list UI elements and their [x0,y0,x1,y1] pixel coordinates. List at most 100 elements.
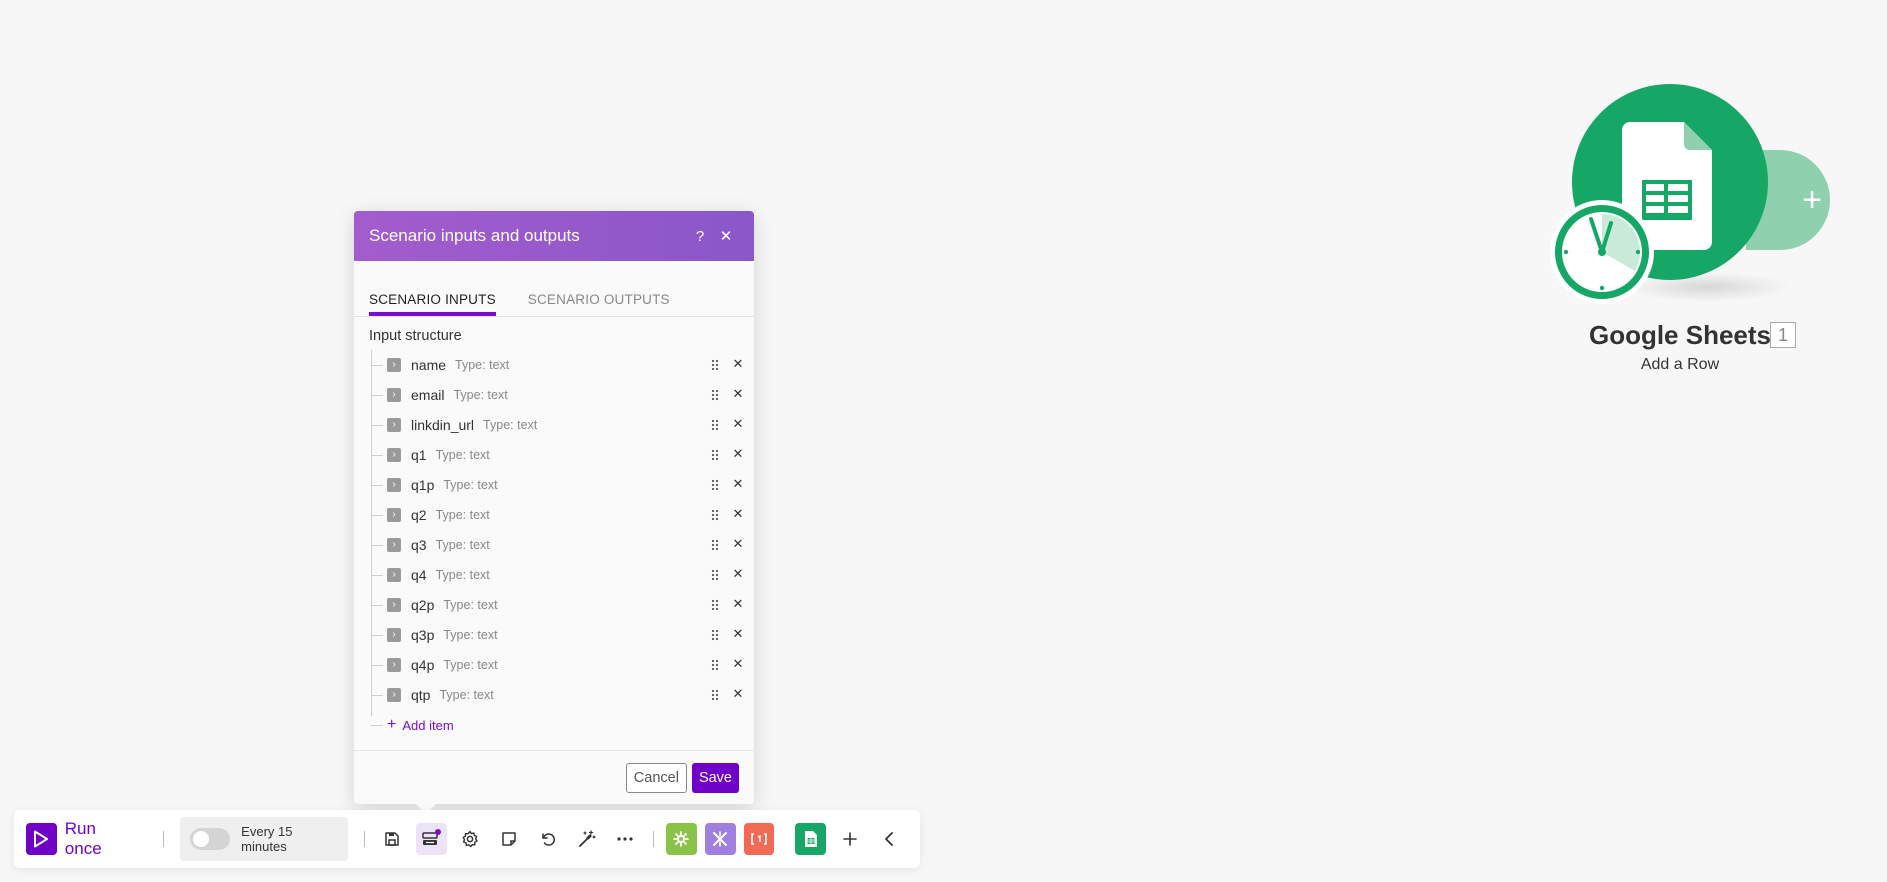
schedule-switch[interactable] [189,828,231,850]
remove-item-icon[interactable]: ✕ [730,536,746,552]
chevron-left-icon[interactable] [873,823,904,855]
input-item-row[interactable]: › linkdin_url Type: text ✕ [371,410,754,440]
input-item-row[interactable]: › q3 Type: text ✕ [371,530,754,560]
input-item-row[interactable]: › q4p Type: text ✕ [371,650,754,680]
tab-scenario-outputs[interactable]: SCENARIO OUTPUTS [528,292,670,316]
add-icon[interactable] [834,823,865,855]
expand-chevron-icon[interactable]: › [387,358,401,372]
save-icon[interactable] [377,823,408,855]
remove-item-icon[interactable]: ✕ [730,476,746,492]
drag-handle-icon[interactable] [711,569,719,581]
remove-item-icon[interactable]: ✕ [730,656,746,672]
remove-item-icon[interactable]: ✕ [730,506,746,522]
remove-item-icon[interactable]: ✕ [730,416,746,432]
drag-handle-icon[interactable] [711,629,719,641]
remove-item-icon[interactable]: ✕ [730,626,746,642]
input-item-name[interactable]: q4p [411,657,434,673]
input-item-row[interactable]: › q2 Type: text ✕ [371,500,754,530]
tab-scenario-inputs[interactable]: SCENARIO INPUTS [369,292,496,316]
input-item-name[interactable]: q1p [411,477,434,493]
remove-item-icon[interactable]: ✕ [730,356,746,372]
run-once-button[interactable]: Run once [26,819,135,859]
input-item-name[interactable]: q3p [411,627,434,643]
module-title: Google Sheets [1588,320,1772,350]
run-once-label: Run once [64,819,102,858]
drag-handle-icon[interactable] [711,689,719,701]
input-item-row[interactable]: › q4 Type: text ✕ [371,560,754,590]
input-item-type: Type: text [435,538,490,552]
input-item-row[interactable]: › q3p Type: text ✕ [371,620,754,650]
expand-chevron-icon[interactable]: › [387,388,401,402]
input-item-type: Type: text [435,508,490,522]
drag-handle-icon[interactable] [711,509,719,521]
expand-chevron-icon[interactable]: › [387,418,401,432]
input-item-name[interactable]: email [411,387,444,403]
remove-item-icon[interactable]: ✕ [730,386,746,402]
input-item-type: Type: text [435,448,490,462]
input-item-name[interactable]: name [411,357,446,373]
input-item-name[interactable]: q2 [411,507,427,523]
input-item-name[interactable]: q4 [411,567,427,583]
google-sheets-app-icon[interactable] [795,823,827,855]
input-item-name[interactable]: linkdin_url [411,417,474,433]
remove-item-icon[interactable]: ✕ [730,446,746,462]
input-item-row[interactable]: › q1p Type: text ✕ [371,470,754,500]
schedule-label: Every 15 minutes [241,824,293,854]
input-item-name[interactable]: q3 [411,537,427,553]
schedule-clock-icon[interactable] [1550,200,1654,304]
flow-control-app-icon[interactable] [704,823,736,855]
input-item-type: Type: text [443,478,498,492]
scenario-io-dialog: Scenario inputs and outputs ? ✕ SCENARIO… [354,211,754,814]
expand-chevron-icon[interactable]: › [387,688,401,702]
expand-chevron-icon[interactable]: › [387,598,401,612]
cancel-button[interactable]: Cancel [625,762,687,793]
drag-handle-icon[interactable] [711,389,719,401]
add-item-label[interactable]: Add item [402,718,453,733]
expand-chevron-icon[interactable]: › [387,508,401,522]
tools-app-icon[interactable] [665,823,697,855]
magic-wand-icon[interactable] [571,823,602,855]
save-button[interactable]: Save [691,762,739,793]
input-item-name[interactable]: q1 [411,447,427,463]
dialog-tabs: SCENARIO INPUTS SCENARIO OUTPUTS [354,261,754,317]
drag-handle-icon[interactable] [711,659,719,671]
expand-chevron-icon[interactable]: › [387,448,401,462]
expand-chevron-icon[interactable]: › [387,478,401,492]
expand-chevron-icon[interactable]: › [387,658,401,672]
google-sheets-module[interactable]: + Google Sheets 1 Add a Row [1550,84,1830,384]
drag-handle-icon[interactable] [711,599,719,611]
input-structure-tree: › name Type: text ✕ › email Type: text ✕ › linkdi… [371,350,754,740]
text-parser-app-icon[interactable] [743,823,775,855]
more-icon[interactable] [610,823,641,855]
input-item-row[interactable]: › qtp Type: text ✕ [371,680,754,710]
schedule-toggle[interactable]: Every 15 minutes [179,817,348,861]
input-item-row[interactable]: › name Type: text ✕ [371,350,754,380]
input-item-name[interactable]: q2p [411,597,434,613]
remove-item-icon[interactable]: ✕ [730,686,746,702]
drag-handle-icon[interactable] [711,539,719,551]
undo-icon[interactable] [532,823,563,855]
io-icon[interactable] [415,823,447,855]
module-action: Add a Row [1640,356,1720,373]
input-item-row[interactable]: › q2p Type: text ✕ [371,590,754,620]
close-icon[interactable]: ✕ [713,227,739,245]
input-item-type: Type: text [439,688,494,702]
help-icon[interactable]: ? [687,228,713,245]
add-item-button[interactable]: + Add item [371,710,754,740]
expand-chevron-icon[interactable]: › [387,628,401,642]
input-item-row[interactable]: › q1 Type: text ✕ [371,440,754,470]
expand-chevron-icon[interactable]: › [387,538,401,552]
input-item-row[interactable]: › email Type: text ✕ [371,380,754,410]
note-icon[interactable] [493,823,524,855]
drag-handle-icon[interactable] [711,419,719,431]
input-item-name[interactable]: qtp [411,687,430,703]
gear-icon[interactable] [455,823,486,855]
drag-handle-icon[interactable] [711,359,719,371]
drag-handle-icon[interactable] [711,479,719,491]
expand-chevron-icon[interactable]: › [387,568,401,582]
drag-handle-icon[interactable] [711,449,719,461]
dialog-title: Scenario inputs and outputs [369,226,580,245]
remove-item-icon[interactable]: ✕ [730,566,746,582]
remove-item-icon[interactable]: ✕ [730,596,746,612]
